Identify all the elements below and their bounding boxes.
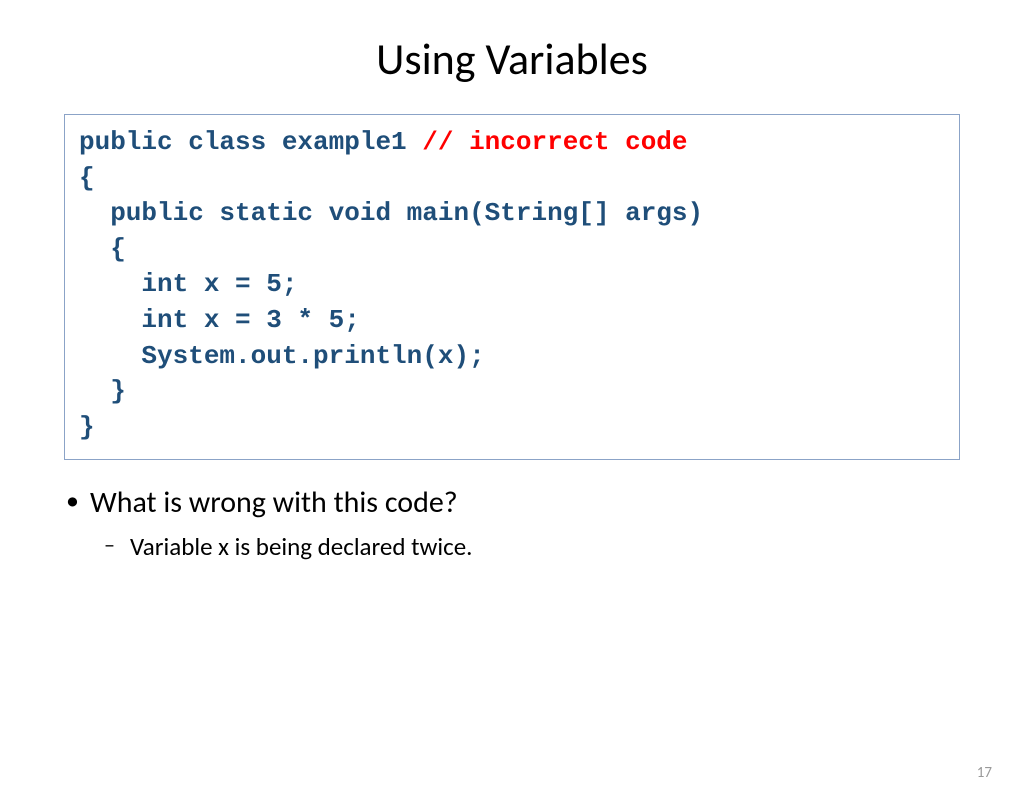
bullet-list: What is wrong with this code? Variable x…	[62, 484, 962, 562]
code-line-6: int x = 3 * 5;	[79, 305, 360, 335]
sub-list: Variable x is being declared twice.	[90, 531, 962, 562]
answer-text: Variable x is being declared twice.	[130, 531, 472, 562]
code-line-9: }	[79, 412, 95, 442]
code-line-7: System.out.println(x);	[79, 341, 485, 371]
code-line-2: {	[79, 163, 95, 193]
sub-item-1: Variable x is being declared twice.	[90, 531, 962, 562]
bullet-item-1: What is wrong with this code? Variable x…	[62, 484, 962, 562]
code-line-5: int x = 5;	[79, 269, 297, 299]
slide-title: Using Variables	[0, 32, 1024, 86]
code-line-4: {	[79, 234, 126, 264]
code-line-1-normal: public class example1	[79, 127, 422, 157]
code-box: public class example1 // incorrect code …	[64, 114, 960, 460]
code-line-3: public static void main(String[] args)	[79, 198, 703, 228]
page-number: 17	[977, 764, 992, 782]
question-text: What is wrong with this code?	[90, 484, 458, 521]
code-line-8: }	[79, 376, 126, 406]
code-line-1-comment: // incorrect code	[422, 127, 687, 157]
code-content: public class example1 // incorrect code …	[79, 125, 945, 445]
